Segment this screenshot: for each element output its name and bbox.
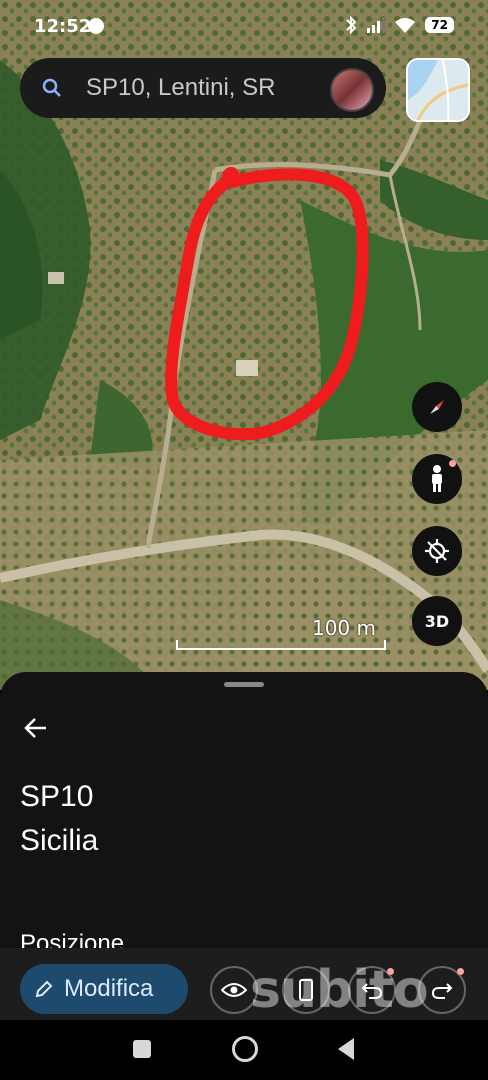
- status-bar: 12:52 72: [0, 0, 488, 56]
- bluetooth-icon: [346, 16, 357, 34]
- 3d-label: 3D: [424, 611, 450, 631]
- back-arrow-icon[interactable]: [22, 714, 50, 742]
- edit-label: Modifica: [64, 975, 154, 1002]
- street-view-button[interactable]: [412, 454, 462, 504]
- map-thumbnail-icon: [408, 60, 468, 120]
- wifi-icon: [395, 18, 416, 33]
- edit-button[interactable]: Modifica: [20, 964, 188, 1014]
- scale-label: 100 m: [311, 616, 376, 640]
- status-time: 12:52: [34, 16, 92, 37]
- sheet-drag-handle[interactable]: [224, 682, 264, 687]
- eye-icon: [221, 983, 247, 997]
- place-title: SP10: [20, 780, 94, 813]
- search-icon[interactable]: [40, 76, 64, 100]
- signal-icon: [367, 17, 386, 33]
- notification-dot: [457, 968, 464, 975]
- map-layer-button[interactable]: [406, 58, 470, 122]
- compass-icon: [430, 400, 444, 414]
- map-scale: 100 m: [176, 614, 386, 650]
- scale-bar: [176, 640, 386, 650]
- system-nav-bar: [0, 1020, 488, 1080]
- system-back-button[interactable]: [338, 1038, 354, 1060]
- redo-icon: [431, 983, 453, 999]
- subito-watermark: subito: [250, 960, 429, 1020]
- avatar[interactable]: [330, 68, 374, 112]
- pencil-icon: [35, 980, 53, 998]
- status-icons: 72: [345, 16, 454, 34]
- home-button[interactable]: [232, 1036, 258, 1062]
- pegman-icon: [432, 465, 442, 492]
- recents-button[interactable]: [133, 1040, 151, 1058]
- location-off-icon: [425, 539, 449, 563]
- search-input[interactable]: SP10, Lentini, SR: [86, 74, 275, 102]
- battery-indicator: 72: [425, 17, 454, 33]
- compass-button[interactable]: [412, 382, 462, 432]
- notification-dot: [449, 460, 456, 467]
- location-button[interactable]: [412, 526, 462, 576]
- place-subtitle: Sicilia: [20, 824, 99, 857]
- search-bar[interactable]: SP10, Lentini, SR: [20, 58, 386, 118]
- 3d-toggle-button[interactable]: 3D: [412, 596, 462, 646]
- messenger-icon: [88, 18, 104, 34]
